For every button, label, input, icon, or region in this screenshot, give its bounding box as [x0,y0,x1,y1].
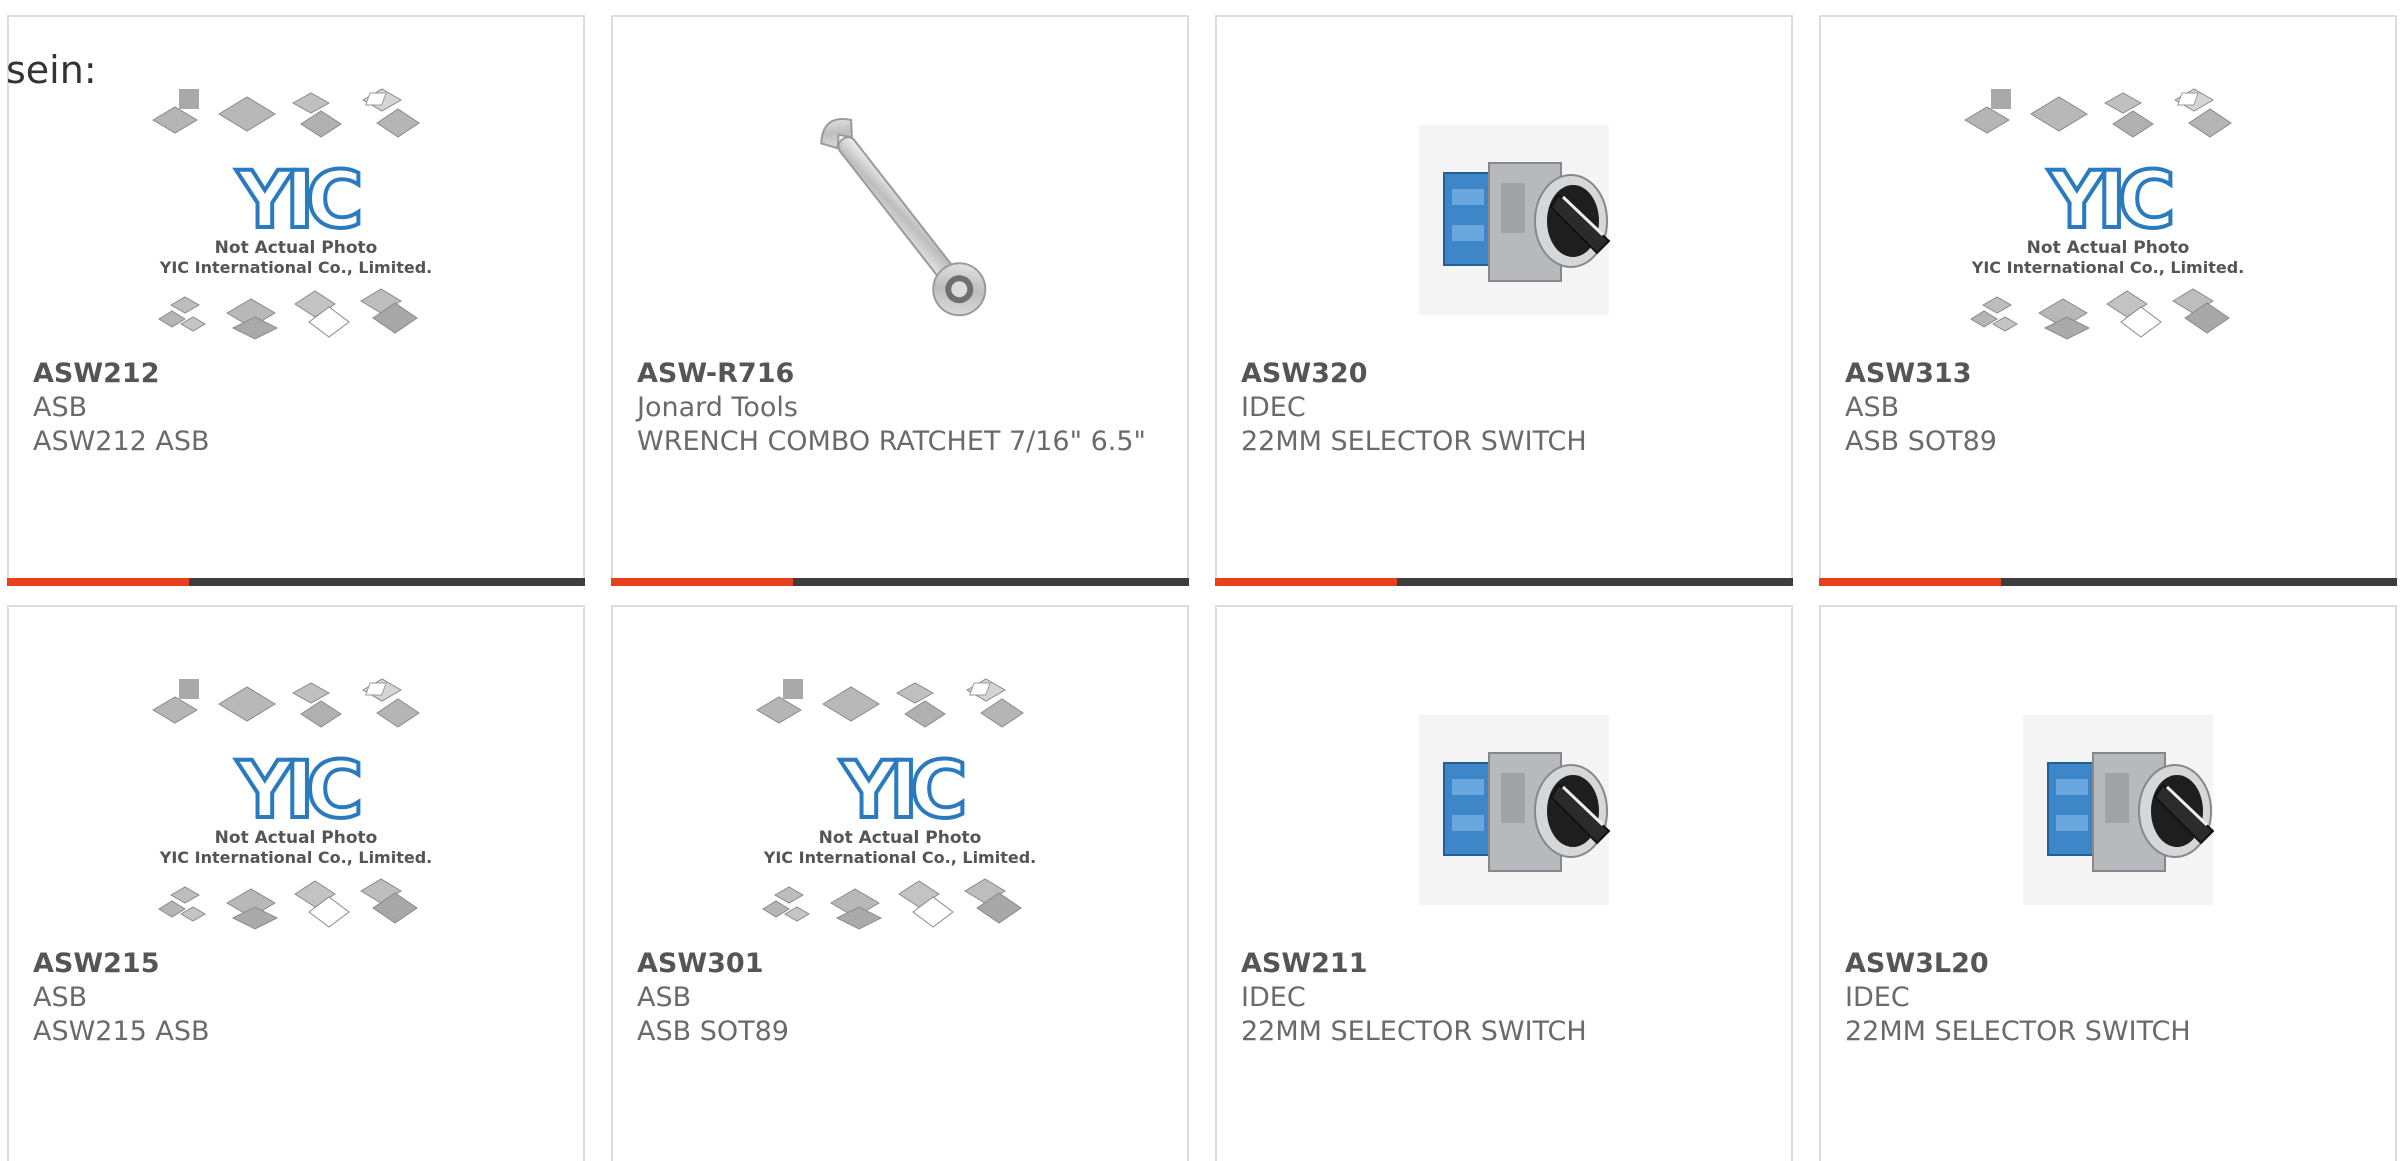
product-card[interactable]: YIC Not Actual Photo YIC International C… [611,605,1189,1161]
product-description: ASW212 ASB [33,426,210,457]
product-description: ASB SOT89 [1845,426,1997,457]
product-image-wrench [613,85,1187,365]
page: sein: YIC Not Actual Photo YIC Internati… [0,0,2400,1161]
product-description: 22MM SELECTOR SWITCH [1241,426,1587,457]
product-image-placeholder: YIC Not Actual Photo YIC International C… [613,675,1187,955]
svg-text:YIC International Co., Limited: YIC International Co., Limited. [1971,258,2244,277]
product-manufacturer: ASB [637,982,692,1013]
product-part-number[interactable]: ASW301 [637,947,1167,981]
product-description: ASW215 ASB [33,1016,210,1047]
card-bottom-bar [1215,578,1793,586]
product-card[interactable]: ASW3L20 IDEC 22MM SELECTOR SWITCH [1819,605,2397,1161]
product-manufacturer: IDEC [1241,982,1306,1013]
product-card[interactable]: YIC Not Actual Photo YIC International C… [7,15,585,586]
product-description: 22MM SELECTOR SWITCH [1845,1016,2191,1047]
product-card[interactable]: YIC Not Actual Photo YIC International C… [1819,15,2397,586]
svg-text:YIC: YIC [236,156,360,246]
product-manufacturer: Jonard Tools [637,392,798,423]
svg-text:YIC: YIC [840,746,964,836]
svg-text:Not Actual Photo: Not Actual Photo [215,828,378,848]
product-manufacturer: IDEC [1845,982,1910,1013]
card-bar-accent [611,578,793,586]
product-part-number[interactable]: ASW313 [1845,357,2375,391]
yic-watermark-image: YIC Not Actual Photo YIC International C… [152,678,432,930]
product-part-number[interactable]: ASW215 [33,947,563,981]
product-card[interactable]: ASW320 IDEC 22MM SELECTOR SWITCH [1215,15,1793,586]
yic-watermark-image: YIC Not Actual Photo YIC International C… [756,678,1036,930]
card-bottom-bar [7,578,585,586]
selector-switch-icon [1419,715,1611,905]
card-bar-accent [1215,578,1397,586]
svg-text:Not Actual Photo: Not Actual Photo [215,238,378,258]
yic-watermark-image: YIC Not Actual Photo YIC International C… [1964,88,2244,340]
product-part-number[interactable]: ASW212 [33,357,563,391]
product-part-number[interactable]: ASW-R716 [637,357,1167,391]
wrench-icon [820,118,987,317]
product-manufacturer: IDEC [1241,392,1306,423]
svg-text:YIC International Co., Limited: YIC International Co., Limited. [159,848,432,867]
product-image-placeholder: YIC Not Actual Photo YIC International C… [1821,85,2395,365]
product-image-placeholder: YIC Not Actual Photo YIC International C… [9,85,583,365]
card-bar-accent [7,578,189,586]
product-manufacturer: ASB [1845,392,1900,423]
yic-watermark-image: YIC Not Actual Photo YIC International C… [152,88,432,340]
product-description: WRENCH COMBO RATCHET 7/16" 6.5" [637,426,1146,457]
svg-text:YIC: YIC [2048,156,2172,246]
product-image-placeholder: YIC Not Actual Photo YIC International C… [9,675,583,955]
svg-text:YIC International Co., Limited: YIC International Co., Limited. [763,848,1036,867]
product-description: ASB SOT89 [637,1016,789,1047]
svg-text:Not Actual Photo: Not Actual Photo [2027,238,2190,258]
product-card[interactable]: ASW211 IDEC 22MM SELECTOR SWITCH [1215,605,1793,1161]
product-description: 22MM SELECTOR SWITCH [1241,1016,1587,1047]
card-bar-accent [1819,578,2001,586]
product-image-selector-switch [1821,675,2395,955]
intro-text: sein: [6,48,97,92]
product-image-selector-switch [1217,85,1791,365]
product-part-number[interactable]: ASW3L20 [1845,947,2375,981]
svg-text:YIC: YIC [236,746,360,836]
product-manufacturer: ASB [33,392,88,423]
svg-text:Not Actual Photo: Not Actual Photo [819,828,982,848]
svg-text:YIC International Co., Limited: YIC International Co., Limited. [159,258,432,277]
product-card[interactable]: YIC Not Actual Photo YIC International C… [7,605,585,1161]
selector-switch-icon [2023,715,2215,905]
card-bottom-bar [611,578,1189,586]
card-bottom-bar [1819,578,2397,586]
product-card[interactable]: ASW-R716 Jonard Tools WRENCH COMBO RATCH… [611,15,1189,586]
product-part-number[interactable]: ASW320 [1241,357,1771,391]
product-manufacturer: ASB [33,982,88,1013]
selector-switch-icon [1419,125,1611,315]
product-image-selector-switch [1217,675,1791,955]
product-part-number[interactable]: ASW211 [1241,947,1771,981]
